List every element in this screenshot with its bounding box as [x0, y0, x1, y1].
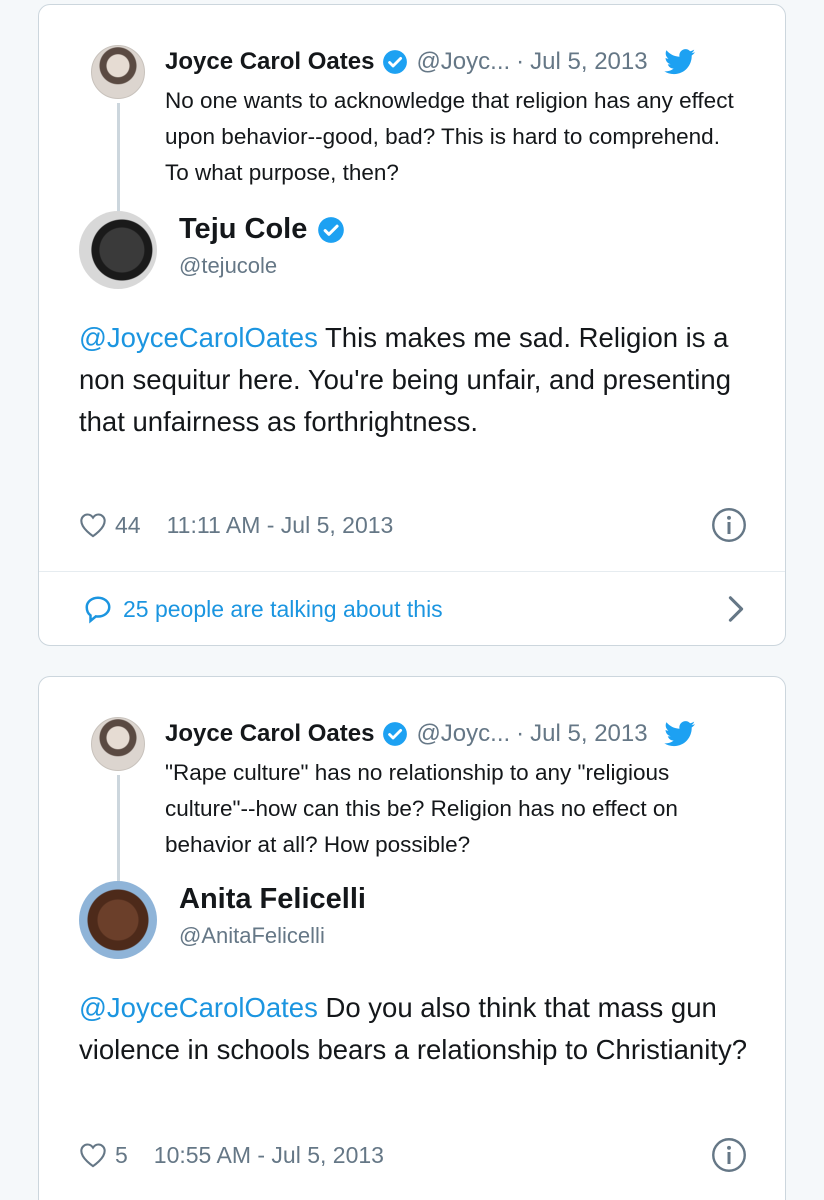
tweet-timestamp[interactable]: 11:11 AM - Jul 5, 2013	[167, 512, 394, 539]
twitter-bird-icon[interactable]	[663, 721, 696, 747]
parent-tweet-date[interactable]: Jul 5, 2013	[530, 48, 647, 76]
parent-author-name[interactable]: Joyce Carol Oates	[165, 48, 374, 76]
divider	[39, 571, 785, 572]
author-name[interactable]: Anita Felicelli	[179, 883, 366, 916]
tweet-author[interactable]: Teju Cole @tejucole	[79, 211, 679, 291]
like-count: 5	[115, 1141, 128, 1168]
mention-link[interactable]: @JoyceCarolOates	[79, 992, 318, 1023]
tweet-author[interactable]: Anita Felicelli @AnitaFelicelli	[79, 881, 679, 961]
twitter-bird-icon[interactable]	[663, 49, 696, 75]
parent-tweet-date[interactable]: Jul 5, 2013	[530, 720, 647, 748]
verified-badge-icon	[383, 50, 408, 74]
separator-dot: ·	[516, 720, 525, 747]
verified-badge-icon	[383, 722, 408, 746]
parent-tweet-text: "Rape culture" has no relationship to an…	[165, 760, 678, 857]
tweet-embed-card: Joyce Carol Oates @Joyc... · Jul 5, 2013…	[38, 4, 786, 646]
author-avatar[interactable]	[79, 881, 157, 959]
verified-badge-icon	[318, 216, 345, 243]
speech-bubble-icon	[85, 596, 111, 624]
parent-author-handle[interactable]: @Joyc...	[416, 720, 510, 748]
tweet-text: @JoyceCarolOates Do you also think that …	[79, 987, 751, 1071]
like-count: 44	[115, 511, 141, 538]
parent-author-handle[interactable]: @Joyc...	[416, 48, 510, 76]
info-icon[interactable]	[711, 507, 747, 543]
chevron-right-icon[interactable]	[727, 595, 745, 623]
parent-tweet-text: No one wants to acknowledge that religio…	[165, 88, 734, 185]
tweet-embed-card: Joyce Carol Oates @Joyc... · Jul 5, 2013…	[38, 676, 786, 1200]
author-name[interactable]: Teju Cole	[179, 213, 307, 246]
parent-author-name[interactable]: Joyce Carol Oates	[165, 720, 374, 748]
tweet-meta: 5 10:55 AM - Jul 5, 2013	[79, 1135, 747, 1175]
parent-author-avatar[interactable]	[91, 45, 145, 99]
parent-author-avatar[interactable]	[91, 717, 145, 771]
tweet-timestamp[interactable]: 10:55 AM - Jul 5, 2013	[154, 1142, 384, 1169]
author-avatar[interactable]	[79, 211, 157, 289]
tweet-text: @JoyceCarolOates This makes me sad. Reli…	[79, 317, 751, 443]
heart-icon[interactable]	[79, 1142, 107, 1168]
mention-link[interactable]: @JoyceCarolOates	[79, 322, 318, 353]
separator-dot: ·	[516, 48, 525, 75]
conversation-count-label[interactable]: 25 people are talking about this	[123, 596, 443, 623]
heart-icon[interactable]	[79, 512, 107, 538]
author-handle[interactable]: @tejucole	[179, 253, 277, 279]
author-handle[interactable]: @AnitaFelicelli	[179, 923, 325, 949]
tweet-meta: 44 11:11 AM - Jul 5, 2013	[79, 505, 747, 545]
info-icon[interactable]	[711, 1137, 747, 1173]
conversation-link[interactable]: 25 people are talking about this	[83, 589, 745, 629]
